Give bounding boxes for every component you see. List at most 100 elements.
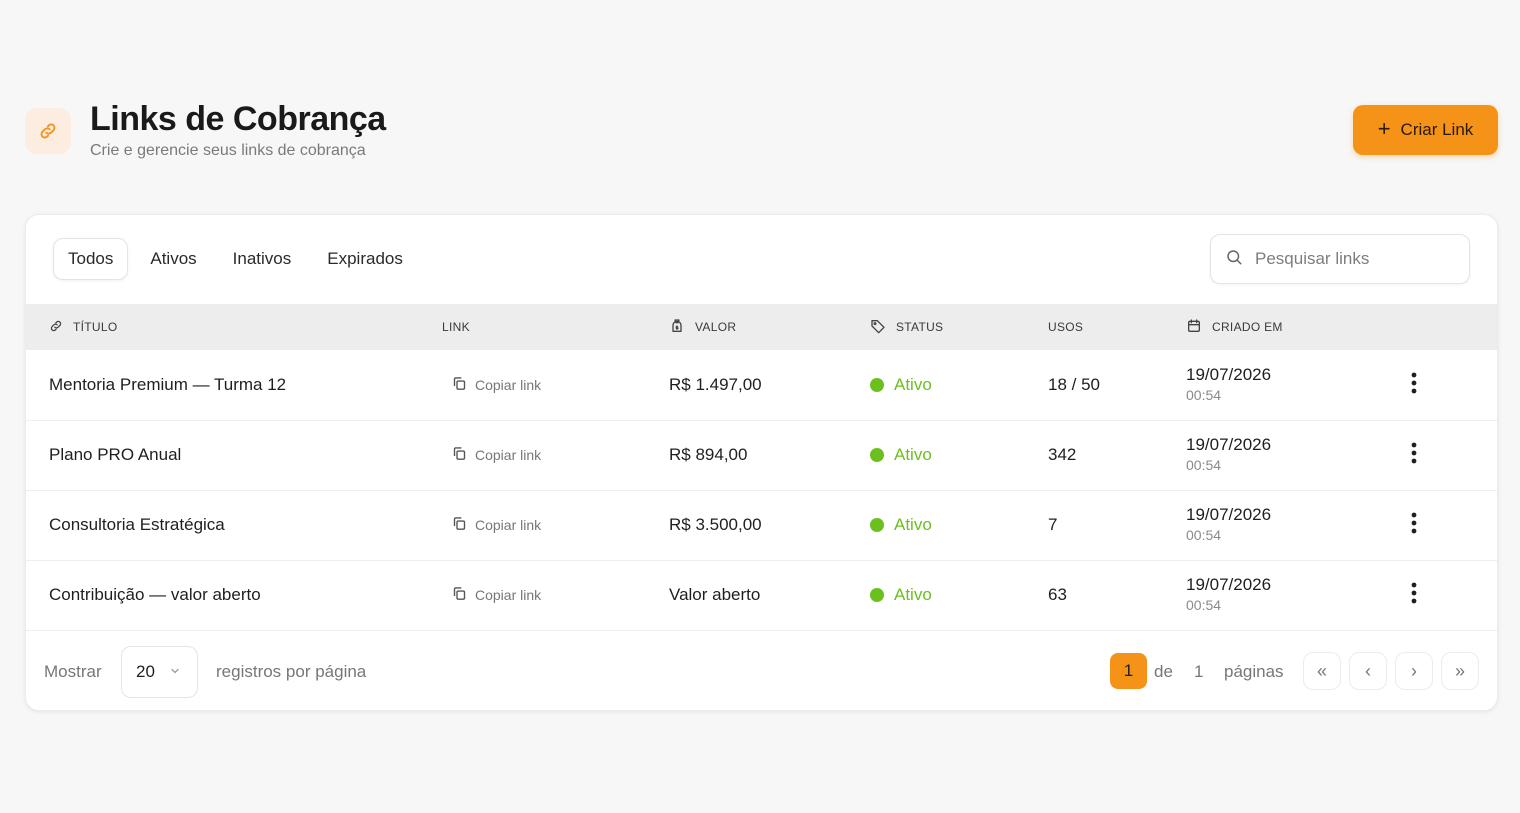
status-label: Ativo (894, 375, 932, 394)
create-link-button[interactable]: + Criar Link (1353, 105, 1498, 155)
link-icon (49, 319, 63, 336)
current-page-button[interactable]: 1 (1110, 653, 1147, 689)
table-row[interactable]: Mentoria Premium — Turma 12 Copiar link … (26, 350, 1497, 421)
more-vertical-icon (1411, 442, 1417, 469)
row-title: Mentoria Premium — Turma 12 (49, 375, 287, 394)
page-title: Links de Cobrança (90, 100, 386, 138)
prev-page-button[interactable]: ‹ (1349, 652, 1387, 690)
more-options-button[interactable] (1402, 560, 1426, 630)
copy-icon (452, 516, 467, 534)
column-uses-label: USOS (1048, 320, 1084, 334)
copy-link-label: Copiar link (475, 447, 542, 463)
pagination-footer: Mostrar 20 registros por página 1 de 1 p… (26, 632, 1497, 710)
search-icon (1225, 248, 1243, 271)
created-time: 00:54 (1186, 387, 1222, 403)
copy-link-button[interactable]: Copiar link (452, 420, 541, 490)
created-date: 19/07/2026 (1186, 575, 1272, 594)
table-row[interactable]: Contribuição — valor aberto Copiar link … (26, 560, 1497, 631)
column-title[interactable]: TÍTULO (49, 304, 117, 350)
page-size-select[interactable]: 20 (121, 646, 198, 698)
tag-icon (870, 318, 886, 337)
search-input[interactable] (1253, 248, 1457, 270)
tab-expirados[interactable]: Expirados (313, 238, 417, 280)
status-badge: Ativo (870, 420, 932, 490)
row-uses: 7 (1048, 515, 1058, 534)
row-uses: 63 (1048, 585, 1067, 604)
filter-tabs: Todos Ativos Inativos Expirados (53, 238, 417, 280)
created-time: 00:54 (1186, 597, 1222, 613)
column-status-label: STATUS (896, 320, 944, 334)
created-date: 19/07/2026 (1186, 435, 1272, 454)
copy-link-button[interactable]: Copiar link (452, 350, 541, 420)
table-row[interactable]: Plano PRO Anual Copiar link R$ 894,00 At… (26, 420, 1497, 491)
page-subtitle: Crie e gerencie seus links de cobrança (90, 142, 366, 159)
row-title: Plano PRO Anual (49, 445, 182, 464)
row-uses: 342 (1048, 445, 1077, 464)
column-uses[interactable]: USOS (1048, 304, 1083, 350)
copy-link-label: Copiar link (475, 587, 542, 603)
status-badge: Ativo (870, 490, 932, 560)
row-title: Consultoria Estratégica (49, 515, 225, 534)
row-uses: 18 / 50 (1048, 375, 1100, 394)
column-value[interactable]: VALOR (669, 304, 736, 350)
created-time: 00:54 (1186, 527, 1222, 543)
more-options-button[interactable] (1402, 420, 1426, 490)
copy-link-button[interactable]: Copiar link (452, 560, 541, 630)
created-date: 19/07/2026 (1186, 505, 1272, 524)
column-status[interactable]: STATUS (870, 304, 943, 350)
last-page-button[interactable]: » (1441, 652, 1479, 690)
row-created: 19/07/2026 00:54 (1186, 350, 1271, 420)
page-size-value: 20 (136, 662, 155, 681)
column-value-label: VALOR (695, 320, 737, 334)
show-label: Mostrar (44, 662, 102, 681)
status-badge: Ativo (870, 560, 932, 630)
row-value: R$ 894,00 (669, 445, 748, 464)
row-created: 19/07/2026 00:54 (1186, 490, 1271, 560)
more-vertical-icon (1411, 512, 1417, 539)
copy-icon (452, 446, 467, 464)
column-link-label: LINK (442, 320, 470, 334)
more-options-button[interactable] (1402, 350, 1426, 420)
row-title: Contribuição — valor aberto (49, 585, 261, 604)
column-created-label: CRIADO EM (1212, 320, 1283, 334)
status-dot (870, 518, 884, 532)
of-label: de (1154, 662, 1173, 681)
first-page-button[interactable]: « (1303, 652, 1341, 690)
status-dot (870, 448, 884, 462)
per-page-label: registros por página (216, 662, 367, 681)
more-options-button[interactable] (1402, 490, 1426, 560)
status-label: Ativo (894, 445, 932, 464)
table-header: TÍTULO LINK VALOR STATUS USOS CRIADO EM (26, 304, 1497, 350)
copy-link-button[interactable]: Copiar link (452, 490, 541, 560)
column-title-label: TÍTULO (73, 320, 118, 334)
status-label: Ativo (894, 515, 932, 534)
row-value: R$ 3.500,00 (669, 515, 762, 534)
more-vertical-icon (1411, 582, 1417, 609)
row-created: 19/07/2026 00:54 (1186, 420, 1271, 490)
copy-icon (452, 376, 467, 394)
row-value: Valor aberto (669, 585, 761, 604)
created-time: 00:54 (1186, 457, 1222, 473)
links-card: Todos Ativos Inativos Expirados TÍTULO L… (25, 214, 1498, 711)
copy-icon (452, 586, 467, 604)
calendar-icon (1186, 318, 1202, 337)
money-bag-icon (669, 318, 685, 337)
pages-label: páginas (1224, 662, 1284, 681)
status-dot (870, 378, 884, 392)
tab-todos[interactable]: Todos (53, 238, 129, 280)
column-created[interactable]: CRIADO EM (1186, 304, 1283, 350)
next-page-button[interactable]: › (1395, 652, 1433, 690)
status-label: Ativo (894, 585, 932, 604)
total-pages: 1 (1194, 662, 1204, 681)
copy-link-label: Copiar link (475, 517, 542, 533)
create-link-label: Criar Link (1400, 120, 1474, 139)
tab-ativos[interactable]: Ativos (136, 238, 210, 280)
plus-icon: + (1377, 116, 1391, 141)
page-header: Links de Cobrança Crie e gerencie seus l… (25, 100, 1498, 160)
chevron-down-icon (169, 662, 181, 682)
tab-inativos[interactable]: Inativos (219, 238, 306, 280)
column-link[interactable]: LINK (442, 304, 470, 350)
table-row[interactable]: Consultoria Estratégica Copiar link R$ 3… (26, 490, 1497, 561)
link-icon (25, 108, 71, 154)
more-vertical-icon (1411, 372, 1417, 399)
